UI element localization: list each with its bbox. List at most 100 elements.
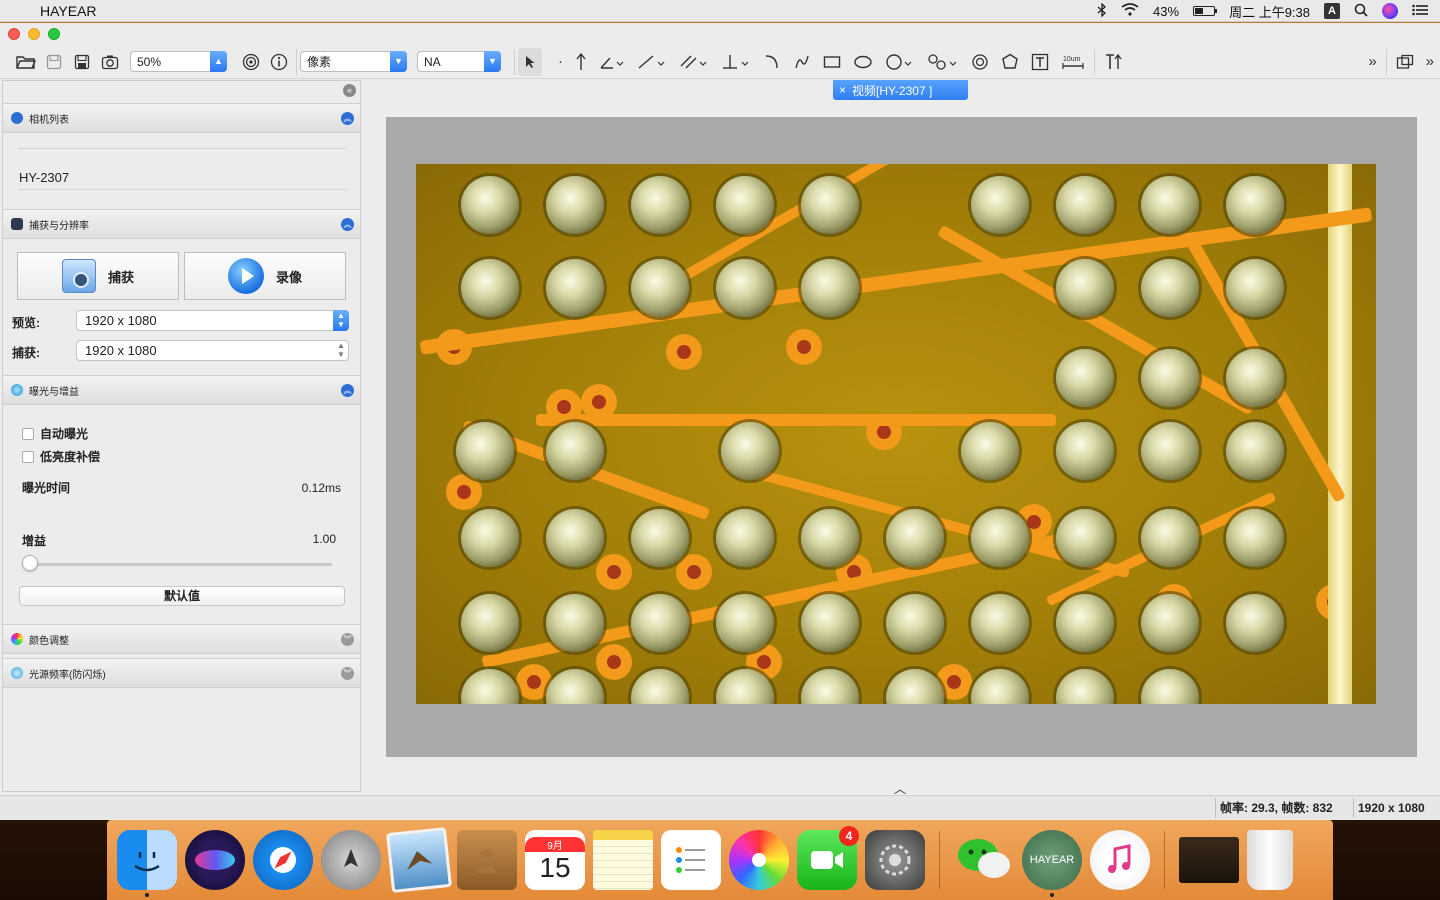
camera-list-item[interactable]: HY-2307 (19, 170, 69, 185)
curve-tool-icon[interactable] (787, 48, 817, 76)
light-frequency-header[interactable]: 光源频率(防闪烁) ︾ (3, 658, 360, 688)
bluetooth-icon[interactable] (1097, 1, 1107, 20)
more-tools-icon[interactable]: » (1362, 48, 1382, 76)
exposure-gain-header[interactable]: 曝光与增益 ︽ (3, 375, 360, 405)
contacts-icon[interactable] (457, 830, 517, 890)
wifi-icon[interactable] (1121, 3, 1139, 19)
solder-ball (461, 176, 519, 234)
default-values-button[interactable]: 默认值 (19, 586, 345, 606)
downloads-stack-icon[interactable] (1179, 837, 1239, 883)
live-video-frame[interactable] (416, 164, 1376, 704)
save-icon[interactable] (40, 48, 68, 76)
reminders-icon[interactable] (661, 830, 721, 890)
target-icon[interactable] (237, 48, 265, 76)
perpendicular-tool-icon[interactable] (715, 48, 757, 76)
trash-icon[interactable] (1247, 830, 1293, 890)
line-tool-icon[interactable] (631, 48, 673, 76)
maximize-window-button[interactable] (48, 28, 60, 40)
capture-button[interactable]: 捕获 (17, 252, 179, 300)
save-as-icon[interactable] (68, 48, 96, 76)
chevron-down-icon[interactable]: ▼ (390, 51, 407, 72)
more-options-icon[interactable]: » (1420, 48, 1440, 76)
preview-resolution-select[interactable]: 1920 x 1080 ▲ ▼ (76, 310, 349, 331)
circle-tool-icon[interactable] (879, 48, 921, 76)
battery-icon[interactable] (1193, 6, 1218, 16)
collapse-panel-icon[interactable]: « (343, 84, 356, 97)
notes-icon[interactable] (593, 830, 653, 890)
chevron-up-icon[interactable]: ︽ (341, 384, 354, 397)
divider (19, 189, 346, 190)
stepper-icon[interactable]: ▲ ▼ (333, 340, 349, 361)
finder-icon[interactable] (117, 830, 177, 897)
angle-tool-icon[interactable] (593, 48, 631, 76)
gain-slider-knob[interactable] (22, 555, 38, 571)
pointer-tool-icon[interactable] (518, 47, 542, 76)
gain-slider-track[interactable] (29, 563, 332, 566)
checkbox-box[interactable] (22, 427, 34, 440)
camera-list-header[interactable]: 相机列表 ︽ (3, 103, 360, 133)
snapshot-camera-icon[interactable] (96, 48, 124, 76)
exposure-time-label: 曝光时间 (22, 481, 71, 495)
chevron-down-icon[interactable]: ▼ (484, 51, 501, 72)
notification-center-icon[interactable] (1412, 4, 1428, 19)
polygon-tool-icon[interactable] (995, 48, 1025, 76)
info-icon[interactable] (265, 48, 293, 76)
rectangle-tool-icon[interactable] (817, 48, 847, 76)
close-tab-icon[interactable]: × (839, 83, 846, 97)
app-menu[interactable]: HAYEAR (40, 3, 97, 19)
capture-resolution-select[interactable]: 1920 x 1080 ▲ ▼ (76, 340, 349, 361)
solder-ball (801, 669, 859, 704)
tools-settings-icon[interactable] (1098, 48, 1130, 76)
stepper-icon[interactable]: ▲ ▼ (333, 310, 349, 331)
video-tab[interactable]: × 视频[HY-2307 ] (833, 80, 968, 100)
capture-resolution-header[interactable]: 捕获与分辨率 ︽ (3, 209, 360, 239)
image-viewer: × 视频[HY-2307 ] ︿ (364, 80, 1440, 796)
siri-icon[interactable] (1382, 3, 1398, 19)
image-canvas[interactable] (386, 117, 1417, 757)
window-layout-icon[interactable] (1390, 48, 1420, 76)
chevron-up-icon[interactable]: ︽ (341, 218, 354, 231)
arrow-line-tool-icon[interactable] (569, 48, 593, 76)
chevron-down-icon[interactable]: ︾ (341, 667, 354, 680)
launchpad-icon[interactable] (321, 830, 381, 890)
minimize-window-button[interactable] (28, 28, 40, 40)
clock[interactable]: 周二 上午9:38 (1229, 2, 1310, 21)
hayear-app-icon[interactable]: HAYEAR (1022, 830, 1082, 897)
spotlight-search-icon[interactable] (1354, 3, 1368, 20)
mail-stamp-icon[interactable] (386, 827, 452, 893)
photos-icon[interactable] (729, 830, 789, 890)
input-source-icon[interactable]: A (1324, 3, 1340, 19)
facetime-icon[interactable]: 4 (797, 826, 859, 890)
checkbox-box[interactable] (22, 450, 34, 463)
solder-ball (1056, 594, 1114, 652)
point-tool-icon[interactable]: · (552, 48, 569, 76)
circle-distance-tool-icon[interactable] (921, 48, 965, 76)
safari-icon[interactable] (253, 830, 313, 890)
calendar-icon[interactable]: 9月 15 (525, 830, 585, 890)
solder-ball (716, 259, 774, 317)
zoom-select[interactable]: 50% ▲ (130, 51, 227, 72)
record-button[interactable]: 录像 (184, 252, 346, 300)
open-folder-icon[interactable] (12, 48, 40, 76)
siri-app-icon[interactable] (185, 830, 245, 890)
chevron-down-icon[interactable]: ︾ (341, 633, 354, 646)
zoom-stepper-icon[interactable]: ▲ (210, 51, 227, 72)
battery-percent: 43% (1153, 3, 1180, 19)
parallel-line-tool-icon[interactable] (673, 48, 715, 76)
auto-exposure-checkbox[interactable]: 自动曝光 (22, 425, 88, 442)
color-adjust-header[interactable]: 颜色调整 ︾ (3, 624, 360, 654)
wechat-icon[interactable] (954, 830, 1014, 890)
ellipse-tool-icon[interactable] (847, 48, 879, 76)
itunes-icon[interactable] (1090, 830, 1150, 890)
arc-tool-icon[interactable] (757, 48, 787, 76)
concentric-circle-tool-icon[interactable] (965, 48, 995, 76)
low-light-compensation-checkbox[interactable]: 低亮度补偿 (22, 448, 100, 465)
system-preferences-icon[interactable] (865, 830, 925, 890)
close-window-button[interactable] (8, 28, 20, 40)
unit-select[interactable]: 像素 ▼ (300, 51, 407, 72)
chevron-up-icon[interactable]: ︽ (341, 112, 354, 125)
solder-ball (461, 669, 519, 704)
text-tool-icon[interactable] (1025, 48, 1055, 76)
objective-select[interactable]: NA ▼ (417, 51, 501, 72)
scale-bar-tool-icon[interactable]: 10um (1055, 48, 1091, 76)
